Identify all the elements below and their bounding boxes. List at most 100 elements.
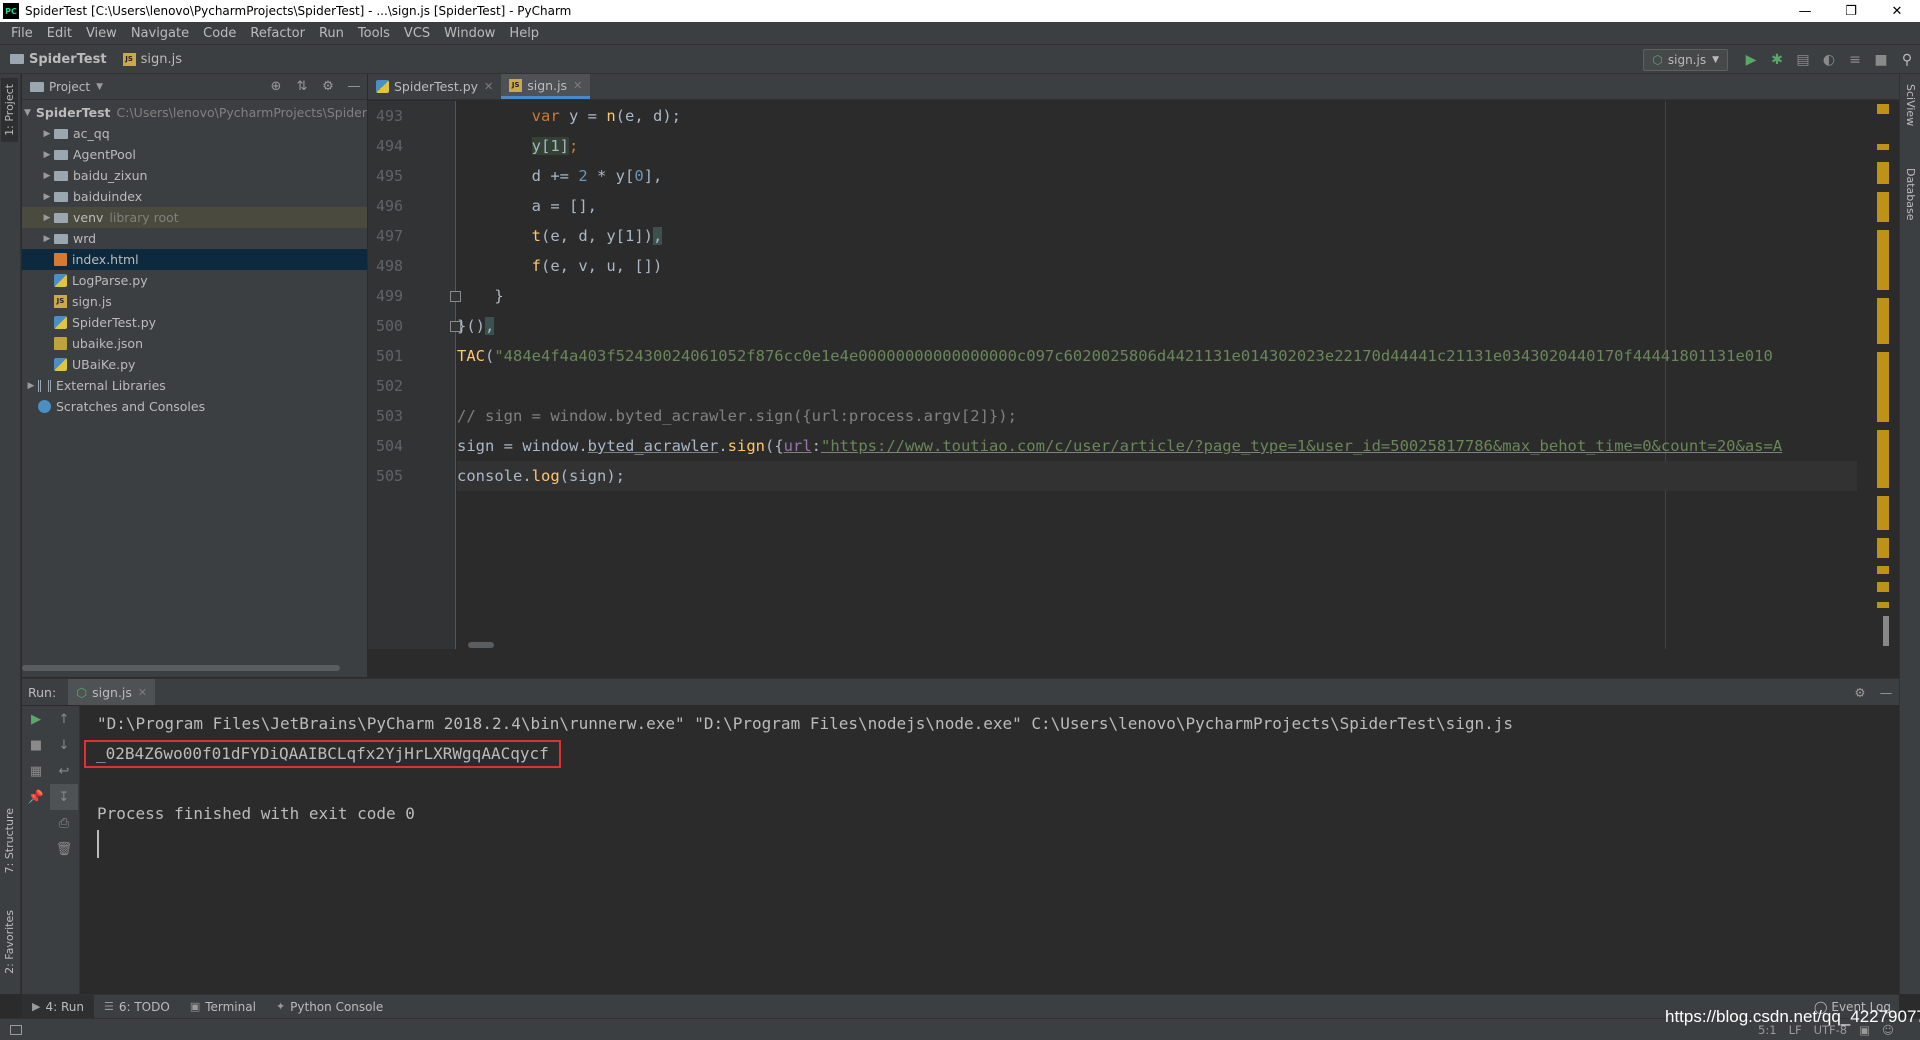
- tool-tab-run[interactable]: ▶ 4: Run: [22, 994, 94, 1019]
- project-tool-tab[interactable]: 1: Project: [1, 78, 18, 142]
- rerun-icon[interactable]: ▶: [22, 706, 50, 732]
- editor-horizontal-scrollbar[interactable]: [468, 642, 494, 648]
- tree-item-folder[interactable]: ▶ wrd: [22, 228, 367, 249]
- warning-marker[interactable]: [1877, 352, 1889, 422]
- tree-item-file[interactable]: ubaike.json: [22, 333, 367, 354]
- tree-item-external-libraries[interactable]: ▶ External Libraries: [22, 375, 367, 396]
- chevron-right-icon[interactable]: ▶: [40, 213, 54, 223]
- hide-icon[interactable]: —: [1873, 685, 1899, 700]
- favorites-tool-tab[interactable]: 2: Favorites: [1, 904, 18, 980]
- menu-navigate[interactable]: Navigate: [124, 26, 196, 41]
- tree-item-folder[interactable]: ▶ baidu_zixun: [22, 165, 367, 186]
- tool-tab-todo[interactable]: ☰ 6: TODO: [94, 995, 180, 1019]
- chevron-right-icon[interactable]: ▶: [40, 171, 54, 181]
- stop-icon[interactable]: ■: [1868, 49, 1894, 71]
- print-icon[interactable]: ⎙: [50, 810, 78, 836]
- menu-view[interactable]: View: [79, 26, 124, 41]
- menu-refactor[interactable]: Refactor: [243, 26, 312, 41]
- warning-marker[interactable]: [1877, 602, 1889, 608]
- run-icon[interactable]: ▶: [1738, 49, 1764, 71]
- coverage-icon[interactable]: ▤: [1790, 49, 1816, 71]
- tab-spidertest-py[interactable]: SpiderTest.py ✕: [368, 74, 501, 99]
- tool-tab-terminal[interactable]: ▣ Terminal: [180, 995, 266, 1019]
- editor-vertical-scrollbar[interactable]: [1883, 616, 1889, 646]
- chevron-right-icon[interactable]: ▶: [40, 129, 54, 139]
- tree-item-file[interactable]: LogParse.py: [22, 270, 367, 291]
- warning-marker[interactable]: [1877, 192, 1889, 222]
- profile-icon[interactable]: ◐: [1816, 49, 1842, 71]
- search-icon[interactable]: ⚲: [1894, 49, 1920, 71]
- project-view-selector[interactable]: Project: [49, 80, 90, 94]
- restore-layout-icon[interactable]: ▦: [22, 758, 50, 784]
- menu-edit[interactable]: Edit: [40, 26, 79, 41]
- menu-help[interactable]: Help: [502, 26, 546, 41]
- menu-file[interactable]: File: [4, 26, 40, 41]
- tree-item-folder[interactable]: ▶ baiduindex: [22, 186, 367, 207]
- locate-icon[interactable]: ⊕: [263, 79, 289, 94]
- tree-item-scratches[interactable]: Scratches and Consoles: [22, 396, 367, 417]
- collapse-all-icon[interactable]: ⇅: [289, 79, 315, 94]
- run-tab-sign-js[interactable]: ⬡ sign.js ✕: [68, 679, 156, 705]
- warning-marker[interactable]: [1877, 566, 1889, 574]
- tree-item-file[interactable]: UBaiKe.py: [22, 354, 367, 375]
- close-tab-icon[interactable]: ✕: [573, 79, 582, 92]
- tree-item-folder[interactable]: ▶ ac_qq: [22, 123, 367, 144]
- tree-item-file[interactable]: JS sign.js: [22, 291, 367, 312]
- tree-item-root[interactable]: ▼ SpiderTest C:\Users\lenovo\PycharmProj…: [22, 102, 367, 123]
- tool-tab-python-console[interactable]: ✦ Python Console: [266, 995, 393, 1019]
- stop-icon[interactable]: ■: [22, 732, 50, 758]
- menu-window[interactable]: Window: [437, 26, 502, 41]
- structure-tool-tab[interactable]: 7: Structure: [1, 802, 18, 879]
- warning-marker[interactable]: [1877, 496, 1889, 530]
- warning-marker[interactable]: [1877, 298, 1889, 344]
- warning-marker[interactable]: [1877, 144, 1889, 150]
- database-tool-tab[interactable]: Database: [1902, 162, 1919, 227]
- scroll-to-end-icon[interactable]: ↧: [50, 784, 78, 810]
- warning-marker[interactable]: [1877, 104, 1889, 114]
- sciview-tool-tab[interactable]: SciView: [1902, 78, 1919, 132]
- debug-icon[interactable]: ✱: [1764, 49, 1790, 71]
- run-config-selector[interactable]: ⬡ sign.js ▼: [1643, 49, 1728, 71]
- tree-item-file[interactable]: index.html: [22, 249, 367, 270]
- menu-run[interactable]: Run: [312, 26, 351, 41]
- soft-wrap-icon[interactable]: ↩: [50, 758, 78, 784]
- arrow-up-icon[interactable]: ↑: [50, 706, 78, 732]
- warning-marker[interactable]: [1877, 162, 1889, 184]
- tree-item-venv[interactable]: ▶ venv library root: [22, 207, 367, 228]
- tree-item-folder[interactable]: ▶ AgentPool: [22, 144, 367, 165]
- tree-item-file[interactable]: SpiderTest.py: [22, 312, 367, 333]
- close-tab-icon[interactable]: ✕: [484, 80, 493, 93]
- close-tab-icon[interactable]: ✕: [138, 686, 147, 699]
- breadcrumb-file[interactable]: JS sign.js: [113, 52, 188, 67]
- menu-vcs[interactable]: VCS: [397, 26, 437, 41]
- minimize-button[interactable]: —: [1782, 0, 1828, 22]
- tool-windows-toggle-icon[interactable]: [10, 1024, 22, 1035]
- chevron-right-icon[interactable]: ▶: [40, 150, 54, 160]
- gear-icon[interactable]: ⚙: [1847, 685, 1873, 700]
- warning-marker[interactable]: [1877, 230, 1889, 290]
- close-button[interactable]: ✕: [1874, 0, 1920, 22]
- gear-icon[interactable]: ⚙: [315, 79, 341, 94]
- code-area[interactable]: var y = n(e, d); y[1]; d += 2 * y[0], a …: [457, 101, 1857, 649]
- chevron-right-icon[interactable]: ▶: [40, 234, 54, 244]
- menu-tools[interactable]: Tools: [351, 26, 397, 41]
- console-output[interactable]: "D:\Program Files\JetBrains\PyCharm 2018…: [84, 709, 1887, 858]
- restore-button[interactable]: ❐: [1828, 0, 1874, 22]
- menu-code[interactable]: Code: [196, 26, 243, 41]
- hide-icon[interactable]: —: [341, 79, 367, 94]
- chevron-right-icon[interactable]: ▶: [40, 192, 54, 202]
- project-horizontal-scrollbar[interactable]: [22, 665, 340, 671]
- breadcrumb-project[interactable]: SpiderTest: [0, 52, 113, 67]
- pin-icon[interactable]: 📌: [22, 784, 50, 810]
- tab-sign-js[interactable]: JS sign.js ✕: [501, 74, 591, 99]
- arrow-down-icon[interactable]: ↓: [50, 732, 78, 758]
- warning-marker[interactable]: [1877, 430, 1889, 488]
- chevron-down-icon[interactable]: ▼: [24, 108, 31, 118]
- warning-marker[interactable]: [1877, 538, 1889, 558]
- concurrency-icon[interactable]: ≡: [1842, 49, 1868, 71]
- warning-marker[interactable]: [1877, 582, 1889, 592]
- error-stripe[interactable]: [1877, 104, 1889, 649]
- chevron-down-icon[interactable]: ▼: [96, 82, 103, 92]
- chevron-right-icon[interactable]: ▶: [24, 381, 38, 391]
- trash-icon[interactable]: 🗑: [50, 836, 78, 862]
